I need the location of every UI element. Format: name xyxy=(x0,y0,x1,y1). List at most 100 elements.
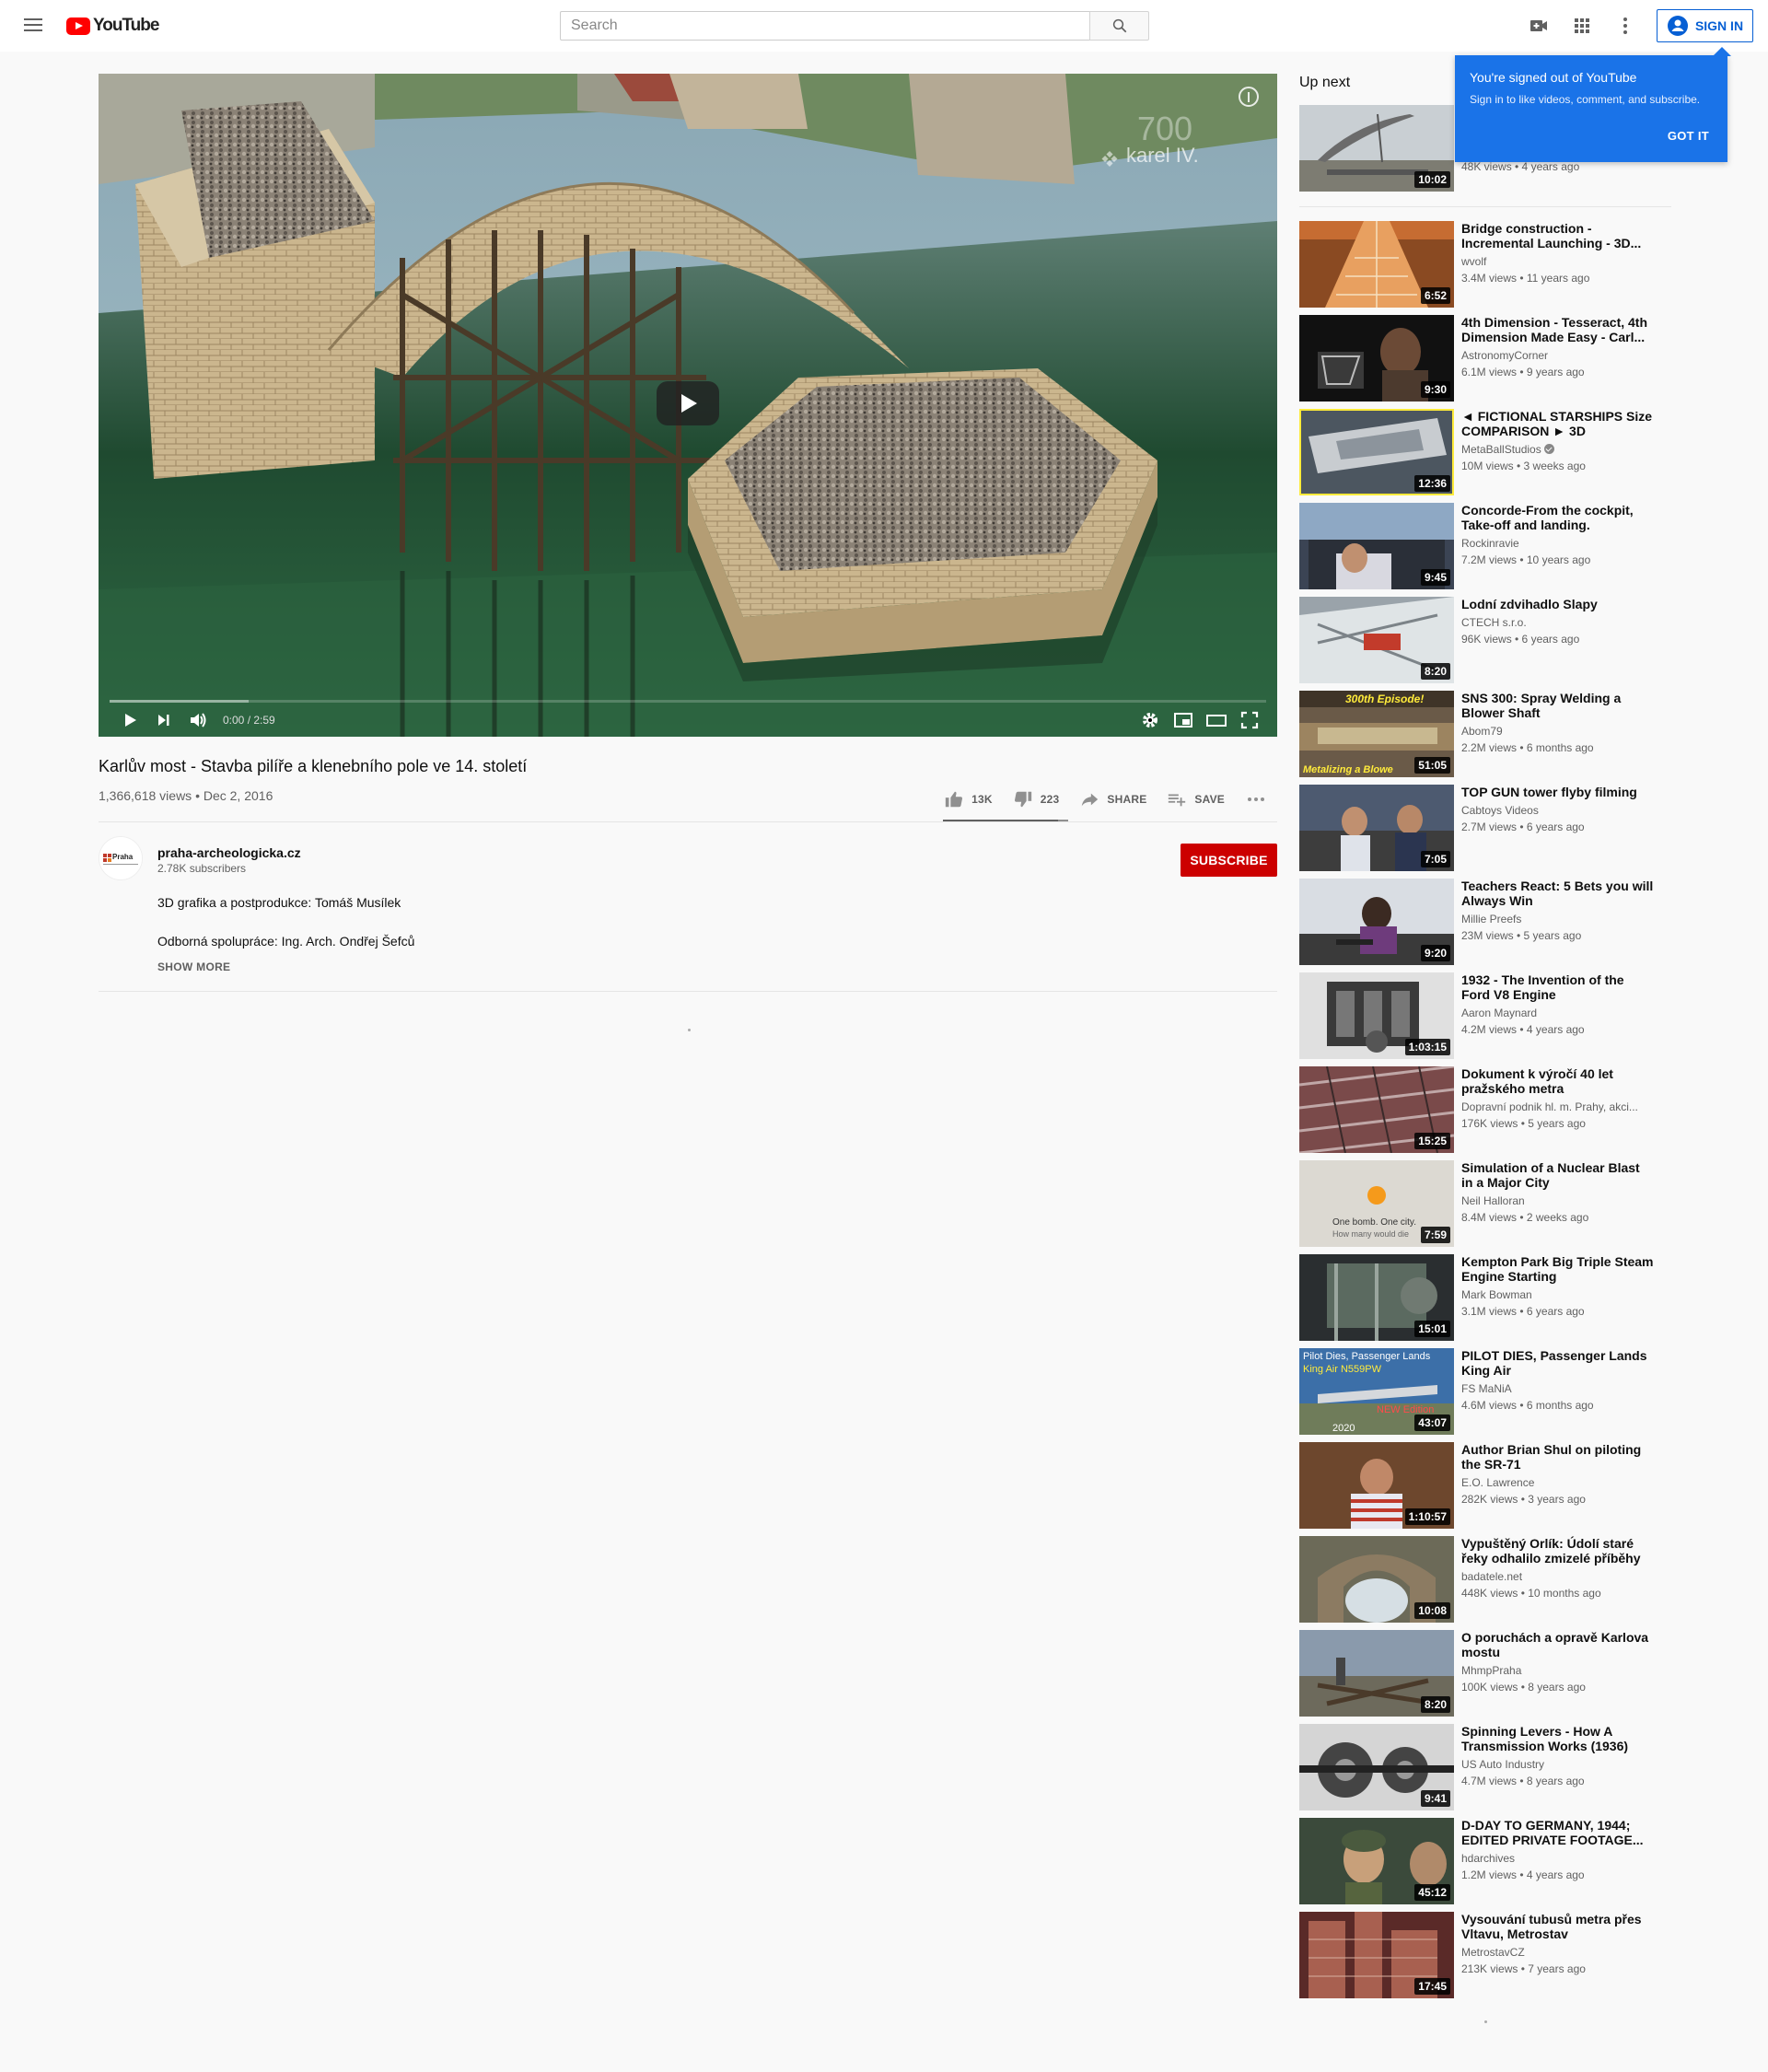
recommended-video[interactable]: 8:20 Lodní zdvihadlo Slapy CTECH s.r.o. 96K… xyxy=(1299,597,1671,683)
video-title[interactable]: Bridge construction - Incremental Launch… xyxy=(1461,221,1655,250)
video-thumbnail: 9:20 xyxy=(1299,879,1454,965)
theater-mode-button[interactable] xyxy=(1204,707,1229,733)
video-channel[interactable]: Rockinravie xyxy=(1461,537,1655,550)
create-video-icon[interactable] xyxy=(1520,9,1557,42)
video-thumbnail: 12:36 xyxy=(1299,409,1454,495)
volume-button[interactable] xyxy=(185,707,211,733)
video-title[interactable]: SNS 300: Spray Welding a Blower Shaft xyxy=(1461,691,1655,720)
video-channel[interactable]: US Auto Industry xyxy=(1461,1758,1655,1771)
recommended-video[interactable]: One bomb. One city. How many would die 7:5… xyxy=(1299,1160,1671,1247)
more-actions-button[interactable] xyxy=(1235,783,1277,816)
save-button[interactable]: SAVE xyxy=(1157,783,1235,816)
recommended-video[interactable]: Pilot Dies, Passenger Lands King Air N559… xyxy=(1299,1348,1671,1435)
video-title[interactable]: Concorde-From the cockpit, Take-off and … xyxy=(1461,503,1655,532)
video-title[interactable]: Vypuštěný Orlík: Údolí staré řeky odhali… xyxy=(1461,1536,1655,1566)
youtube-logo[interactable]: YouTube xyxy=(66,16,159,36)
video-channel[interactable]: Cabtoys Videos xyxy=(1461,804,1655,817)
video-channel[interactable]: E.O. Lawrence xyxy=(1461,1476,1655,1489)
video-title[interactable]: ◄ FICTIONAL STARSHIPS Size COMPARISON ► … xyxy=(1461,409,1655,438)
channel-avatar[interactable]: Praha xyxy=(99,836,143,880)
video-channel[interactable]: MhmpPraha xyxy=(1461,1664,1655,1677)
recommended-video[interactable]: 8:20 O poruchách a opravě Karlova mostu Mh… xyxy=(1299,1630,1671,1717)
video-title[interactable]: 1932 - The Invention of the Ford V8 Engi… xyxy=(1461,972,1655,1002)
video-channel[interactable]: FS MaNiA xyxy=(1461,1382,1655,1395)
video-channel[interactable]: Aaron Maynard xyxy=(1461,1007,1655,1019)
recommended-video[interactable]: 300th Episode! Metalizing a Blowe 51:05 SNS… xyxy=(1299,691,1671,777)
video-duration: 15:25 xyxy=(1414,1133,1450,1149)
video-views-age: 3.1M views • 6 years ago xyxy=(1461,1305,1585,1318)
recommended-video[interactable]: 9:45 Concorde-From the cockpit, Take-off … xyxy=(1299,503,1671,589)
recommended-video[interactable]: 45:12 D-DAY TO GERMANY, 1944; EDITED PRIV… xyxy=(1299,1818,1671,1904)
next-button[interactable] xyxy=(150,707,176,733)
video-channel[interactable]: AstronomyCorner xyxy=(1461,349,1655,362)
video-player[interactable]: 700 karel IV. 0:00 / 2:59 xyxy=(99,74,1277,737)
miniplayer-button[interactable] xyxy=(1170,707,1196,733)
video-channel[interactable]: CTECH s.r.o. xyxy=(1461,616,1655,629)
video-title[interactable]: O poruchách a opravě Karlova mostu xyxy=(1461,1630,1655,1659)
video-title[interactable]: Dokument k výročí 40 let pražského metra xyxy=(1461,1066,1655,1096)
video-title[interactable]: PILOT DIES, Passenger Lands King Air xyxy=(1461,1348,1655,1378)
video-views-age: 448K views • 10 months ago xyxy=(1461,1587,1601,1600)
settings-button[interactable] xyxy=(1137,707,1163,733)
settings-more-icon[interactable] xyxy=(1607,9,1644,42)
video-channel[interactable]: Mark Bowman xyxy=(1461,1288,1655,1301)
video-channel[interactable]: badatele.net xyxy=(1461,1570,1655,1583)
video-channel[interactable]: Neil Halloran xyxy=(1461,1194,1655,1207)
video-views-age: 96K views • 6 years ago xyxy=(1461,633,1580,646)
recommended-video[interactable]: 1:10:57 Author Brian Shul on piloting the… xyxy=(1299,1442,1671,1529)
video-title[interactable]: Spinning Levers - How A Transmission Wor… xyxy=(1461,1724,1655,1753)
video-channel[interactable]: wvolf xyxy=(1461,255,1655,268)
video-views-age: 4.7M views • 8 years ago xyxy=(1461,1775,1585,1787)
recommended-video[interactable]: 1:03:15 1932 - The Invention of the Ford … xyxy=(1299,972,1671,1059)
recommended-video[interactable]: 9:20 Teachers React: 5 Bets you will Alwa… xyxy=(1299,879,1671,965)
video-views-age: 2.2M views • 6 months ago xyxy=(1461,741,1594,754)
video-channel[interactable]: Abom79 xyxy=(1461,725,1655,738)
show-more-button[interactable]: SHOW MORE xyxy=(157,960,230,973)
recommended-video[interactable]: 9:30 4th Dimension - Tesseract, 4th Dimen… xyxy=(1299,315,1671,402)
dislike-button[interactable]: 223 xyxy=(1003,783,1070,816)
video-duration: 51:05 xyxy=(1414,757,1450,774)
channel-name: Millie Preefs xyxy=(1461,913,1522,925)
video-duration: 1:03:15 xyxy=(1404,1039,1450,1055)
recommended-video[interactable]: 17:45 Vysouvání tubusů metra přes Vltavu,… xyxy=(1299,1912,1671,1998)
subscribe-button[interactable]: SUBSCRIBE xyxy=(1181,844,1277,877)
play-button[interactable] xyxy=(117,707,143,733)
video-title[interactable]: D-DAY TO GERMANY, 1944; EDITED PRIVATE F… xyxy=(1461,1818,1655,1847)
menu-icon[interactable] xyxy=(22,15,44,37)
search-input[interactable] xyxy=(560,11,1089,41)
video-title[interactable]: Lodní zdvihadlo Slapy xyxy=(1461,597,1655,611)
video-title[interactable]: Author Brian Shul on piloting the SR-71 xyxy=(1461,1442,1655,1472)
large-play-button[interactable] xyxy=(657,381,719,425)
info-icon[interactable] xyxy=(1239,87,1259,107)
recommended-video[interactable]: 15:01 Kempton Park Big Triple Steam Engin… xyxy=(1299,1254,1671,1341)
video-title[interactable]: Teachers React: 5 Bets you will Always W… xyxy=(1461,879,1655,908)
progress-bar[interactable] xyxy=(110,700,1266,703)
got-it-button[interactable]: GOT IT xyxy=(1668,129,1709,143)
video-channel[interactable]: MetrostavCZ xyxy=(1461,1946,1655,1959)
apps-grid-icon[interactable] xyxy=(1564,9,1600,42)
video-duration: 10:08 xyxy=(1414,1602,1450,1619)
video-channel[interactable]: hdarchives xyxy=(1461,1852,1655,1865)
recommended-video[interactable]: 12:36 ◄ FICTIONAL STARSHIPS Size COMPARIS… xyxy=(1299,409,1671,495)
sign-in-button[interactable]: SIGN IN xyxy=(1657,9,1753,42)
miniplayer-icon xyxy=(1174,713,1192,728)
video-title[interactable]: TOP GUN tower flyby filming xyxy=(1461,785,1655,799)
fullscreen-button[interactable] xyxy=(1237,707,1262,733)
share-button[interactable]: SHARE xyxy=(1069,783,1157,816)
recommended-video[interactable]: 6:52 Bridge construction - Incremental La… xyxy=(1299,221,1671,308)
video-channel[interactable]: Dopravní podnik hl. m. Prahy, akci... xyxy=(1461,1100,1655,1113)
video-title[interactable]: Simulation of a Nuclear Blast in a Major… xyxy=(1461,1160,1655,1190)
video-title[interactable]: Vysouvání tubusů metra přes Vltavu, Metr… xyxy=(1461,1912,1655,1941)
video-title[interactable]: 4th Dimension - Tesseract, 4th Dimension… xyxy=(1461,315,1655,344)
recommended-video[interactable]: 10:08 Vypuštěný Orlík: Údolí staré řeky o… xyxy=(1299,1536,1671,1623)
recommended-video[interactable]: 15:25 Dokument k výročí 40 let pražského … xyxy=(1299,1066,1671,1153)
like-button[interactable]: 13K xyxy=(934,783,1003,816)
video-views-age: 23M views • 5 years ago xyxy=(1461,929,1582,942)
video-channel[interactable]: Millie Preefs xyxy=(1461,913,1655,925)
recommended-video[interactable]: 7:05 TOP GUN tower flyby filming Cabtoys V… xyxy=(1299,785,1671,871)
search-button[interactable] xyxy=(1089,11,1149,41)
video-channel[interactable]: MetaBallStudios xyxy=(1461,443,1655,456)
recommended-video[interactable]: 9:41 Spinning Levers - How A Transmission… xyxy=(1299,1724,1671,1810)
channel-name[interactable]: praha-archeologicka.cz xyxy=(157,845,301,860)
video-title[interactable]: Kempton Park Big Triple Steam Engine Sta… xyxy=(1461,1254,1655,1284)
